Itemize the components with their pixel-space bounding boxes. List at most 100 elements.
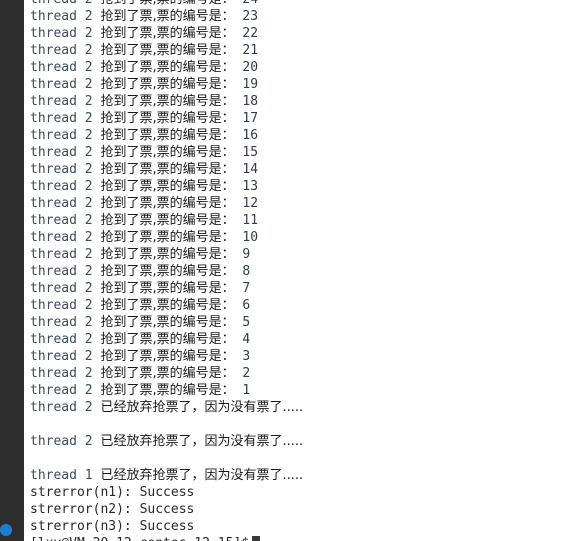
left-rail — [0, 0, 24, 541]
thread-label: thread 2 — [30, 298, 101, 313]
ticket-number: 14 — [234, 162, 259, 177]
ticket-number: 23 — [234, 9, 259, 24]
ticket-message: 抢到了票,票的编号是： — [100, 298, 235, 313]
ticket-message: 抢到了票,票的编号是： — [100, 179, 235, 194]
thread-label: thread 2 — [30, 196, 101, 211]
ticket-number: 3 — [234, 349, 251, 364]
ticket-message: 抢到了票,票的编号是： — [100, 366, 235, 381]
terminal-line: thread 2 已经放弃抢票了，因为没有票了..... — [30, 399, 584, 416]
ticket-message: 抢到了票,票的编号是： — [100, 281, 235, 296]
ticket-message: 抢到了票,票的编号是： — [100, 60, 235, 75]
ticket-number: 21 — [234, 43, 259, 58]
terminal-line: thread 2 抢到了票,票的编号是： 7 — [30, 280, 584, 297]
terminal-line: thread 2 抢到了票,票的编号是： 17 — [30, 110, 584, 127]
ticket-number: 6 — [234, 298, 251, 313]
terminal-line: thread 2 抢到了票,票的编号是： 10 — [30, 229, 584, 246]
ticket-number: 22 — [234, 26, 259, 41]
ticket-message: 抢到了票,票的编号是： — [100, 128, 235, 143]
terminal-line: thread 2 抢到了票,票的编号是： 8 — [30, 263, 584, 280]
thread-label: thread 2 — [30, 281, 101, 296]
thread-label: thread 2 — [30, 128, 101, 143]
ticket-number: 4 — [234, 332, 251, 347]
terminal-line: thread 2 抢到了票,票的编号是： 9 — [30, 246, 584, 263]
thread-label: thread 2 — [30, 264, 101, 279]
terminal-line: thread 2 抢到了票,票的编号是： 13 — [30, 178, 584, 195]
ticket-message: 抢到了票,票的编号是： — [100, 213, 235, 228]
terminal-line: thread 2 抢到了票,票的编号是： 14 — [30, 161, 584, 178]
ticket-message: 抢到了票,票的编号是： — [100, 230, 235, 245]
terminal-output-pane[interactable]: thread 2 抢到了票,票的编号是： 24thread 2 抢到了票,票的编… — [24, 0, 584, 541]
ticket-number: 9 — [234, 247, 251, 262]
thread-label: thread 2 — [30, 111, 101, 126]
shell-prompt[interactable]: [lxy@VM-20-12-centos 12-15]$ — [30, 535, 584, 541]
ticket-number: 2 — [234, 366, 251, 381]
terminal-window: thread 2 抢到了票,票的编号是： 24thread 2 抢到了票,票的编… — [0, 0, 584, 541]
ticket-number: 19 — [234, 77, 259, 92]
ticket-message: 抢到了票,票的编号是： — [100, 145, 235, 160]
ticket-number: 20 — [234, 60, 259, 75]
strerror-line: strerror(n1): Success — [30, 485, 195, 500]
thread-label: thread 2 — [30, 94, 101, 109]
prompt-text: [lxy@VM-20-12-centos 12-15]$ — [30, 536, 249, 541]
strerror-line: strerror(n3): Success — [30, 519, 195, 534]
terminal-line: thread 2 抢到了票,票的编号是： 4 — [30, 331, 584, 348]
ticket-number: 15 — [234, 145, 259, 160]
thread-label: thread 2 — [30, 230, 101, 245]
terminal-line: thread 2 抢到了票,票的编号是： 12 — [30, 195, 584, 212]
ticket-message: 抢到了票,票的编号是： — [100, 0, 234, 7]
terminal-line: thread 2 抢到了票,票的编号是： 22 — [30, 25, 584, 42]
terminal-line: thread 2 抢到了票,票的编号是： 5 — [30, 314, 584, 331]
ticket-message: 抢到了票,票的编号是： — [100, 332, 235, 347]
ticket-message: 抢到了票,票的编号是： — [100, 162, 235, 177]
thread-label: thread 2 — [30, 383, 101, 398]
terminal-line: thread 2 已经放弃抢票了，因为没有票了..... — [30, 433, 584, 450]
thread-label: thread 2 — [30, 145, 101, 160]
ticket-message: 抢到了票,票的编号是： — [100, 247, 235, 262]
thread-label: thread 2 — [30, 366, 101, 381]
ticket-message: 抢到了票,票的编号是： — [100, 77, 235, 92]
ticket-message: 抢到了票,票的编号是： — [100, 111, 235, 126]
thread-label: thread 2 — [30, 179, 101, 194]
ticket-number: 1 — [234, 383, 251, 398]
terminal-line: thread 2 抢到了票,票的编号是： 19 — [30, 76, 584, 93]
terminal-line: thread 2 抢到了票,票的编号是： 11 — [30, 212, 584, 229]
terminal-line: thread 2 抢到了票,票的编号是： 6 — [30, 297, 584, 314]
ticket-message: 抢到了票,票的编号是： — [100, 264, 235, 279]
thread-label: thread 2 — [30, 9, 101, 24]
thread-label: thread 2 — [30, 77, 101, 92]
terminal-line: thread 2 抢到了票,票的编号是： 3 — [30, 348, 584, 365]
thread-label: thread 2 — [30, 60, 101, 75]
ticket-number: 13 — [234, 179, 259, 194]
ticket-message: 抢到了票,票的编号是： — [100, 315, 235, 330]
terminal-line: thread 2 抢到了票,票的编号是： 24 — [30, 0, 584, 8]
text-cursor — [252, 536, 261, 541]
ticket-number: 17 — [234, 111, 259, 126]
ticket-number: 24 — [235, 0, 258, 7]
terminal-line: thread 2 抢到了票,票的编号是： 18 — [30, 93, 584, 110]
thread-label: thread 2 — [30, 332, 101, 347]
ticket-number: 12 — [234, 196, 259, 211]
giveup-message: 已经放弃抢票了，因为没有票了..... — [100, 434, 304, 449]
ticket-message: 抢到了票,票的编号是： — [100, 43, 235, 58]
thread-label: thread 2 — [30, 315, 101, 330]
ticket-number: 5 — [234, 315, 251, 330]
ticket-message: 抢到了票,票的编号是： — [100, 26, 235, 41]
thread-label: thread 2 — [30, 213, 101, 228]
terminal-line: thread 2 抢到了票,票的编号是： 20 — [30, 59, 584, 76]
ticket-number: 7 — [234, 281, 251, 296]
ticket-message: 抢到了票,票的编号是： — [100, 196, 235, 211]
ticket-message: 抢到了票,票的编号是： — [100, 94, 235, 109]
ticket-number: 11 — [234, 213, 259, 228]
thread-label: thread 2 — [30, 434, 101, 449]
thread-label: thread 2 — [30, 349, 101, 364]
terminal-line: thread 2 抢到了票,票的编号是： 21 — [30, 42, 584, 59]
strerror-line: strerror(n2): Success — [30, 502, 195, 517]
ticket-number: 8 — [234, 264, 251, 279]
giveup-message: 已经放弃抢票了，因为没有票了..... — [100, 468, 304, 483]
activity-indicator-icon — [0, 524, 12, 536]
thread-label: thread 2 — [30, 43, 101, 58]
terminal-line: thread 2 抢到了票,票的编号是： 23 — [30, 8, 584, 25]
terminal-line: thread 2 抢到了票,票的编号是： 1 — [30, 382, 584, 399]
